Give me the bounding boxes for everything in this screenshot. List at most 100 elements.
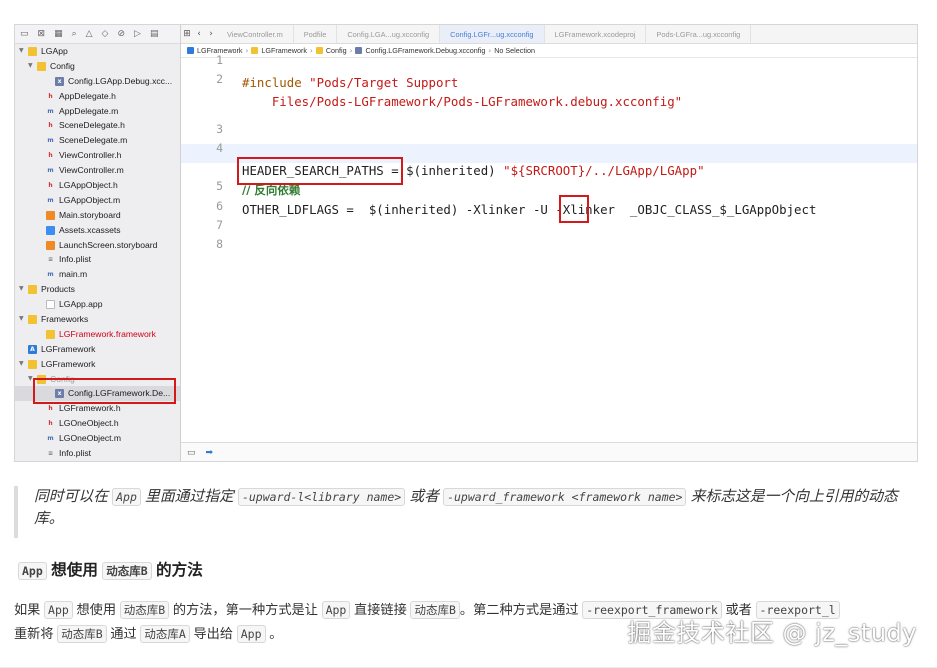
- tree-row-label: ViewController.h: [59, 150, 122, 161]
- line-number: 6: [216, 199, 223, 213]
- tree-row[interactable]: m LGOneObject.m: [15, 431, 180, 446]
- tree-row[interactable]: h SceneDelegate.h: [15, 118, 180, 133]
- tree-row-label: SceneDelegate.m: [59, 135, 128, 146]
- tree-row[interactable]: Main.storyboard: [15, 208, 180, 223]
- header-file-icon: h: [48, 92, 53, 100]
- tree-row[interactable]: ≡ Info.plist: [15, 252, 180, 267]
- tree-row[interactable]: h LGAppObject.h: [15, 178, 180, 193]
- tree-row[interactable]: LGApp.app: [15, 297, 180, 312]
- tree-row-label: Info.plist: [59, 254, 92, 265]
- config-file-callout: [33, 378, 176, 404]
- tree-row[interactable]: m main.m: [15, 267, 180, 282]
- tree-row[interactable]: ▼ Config: [15, 59, 180, 74]
- disclosure-triangle-icon[interactable]: ▼: [19, 357, 24, 372]
- folder-icon: [37, 61, 46, 71]
- app-icon: [46, 300, 55, 310]
- tree-row[interactable]: m LGAppObject.m: [15, 193, 180, 208]
- source-control-icon[interactable]: ⊠: [38, 29, 46, 39]
- tree-row-label: Frameworks: [41, 314, 89, 325]
- test-icon[interactable]: ◇: [102, 29, 109, 39]
- report-icon[interactable]: ▤: [150, 29, 159, 39]
- disclosure-triangle-icon[interactable]: ▼: [19, 312, 24, 327]
- header-file-icon: h: [48, 405, 53, 413]
- xcconfig-icon: [355, 47, 363, 54]
- editor-tab[interactable]: Podfile: [294, 25, 338, 43]
- source-file-icon: m: [47, 196, 54, 204]
- find-icon[interactable]: ⌕: [72, 29, 77, 39]
- editor-tab-bar: ⊞ ‹ › ViewController.m Podfile Config.LGA.…: [181, 25, 917, 44]
- source-file-icon: m: [47, 271, 54, 279]
- breakpoint-icon[interactable]: ▷: [134, 29, 141, 39]
- header-file-icon: h: [48, 182, 53, 190]
- issue-icon[interactable]: △: [86, 29, 93, 39]
- tree-row-label: AppDelegate.m: [59, 105, 119, 116]
- jump-bar: LGFramework › LGFramework › Config › Config.LG…: [181, 44, 917, 58]
- breakpoint-toggle-icon[interactable]: ➡: [206, 448, 214, 458]
- tree-row[interactable]: ▼ LGApp: [15, 44, 180, 59]
- jumpbar-separator-icon: ›: [309, 46, 313, 55]
- line-number: 5: [216, 179, 223, 193]
- tree-row[interactable]: Assets.xcassets: [15, 223, 180, 238]
- disclosure-triangle-icon[interactable]: ▼: [28, 372, 33, 387]
- editor-tab[interactable]: Pods-LGFra...ug.xcconfig: [646, 25, 752, 43]
- debug-icon[interactable]: ⊘: [117, 29, 125, 39]
- tree-row-label: Config.LGApp.Debug.xcc...: [68, 75, 173, 86]
- tree-row-label: LGApp.app: [59, 299, 103, 310]
- tree-row[interactable]: ▼ LGFramework: [15, 357, 180, 372]
- jumpbar-separator-icon: ›: [488, 46, 492, 55]
- source-file-icon: m: [47, 435, 54, 443]
- jumpbar-segment[interactable]: Config: [326, 46, 347, 55]
- source-file-icon: m: [47, 107, 54, 115]
- tree-row[interactable]: ▼ Products: [15, 282, 180, 297]
- code-upward-l: -upward-l<library name>: [237, 488, 406, 506]
- tree-row-label: LGFramework: [41, 343, 96, 354]
- tree-row[interactable]: x Config.LGApp.Debug.xcc...: [15, 74, 180, 89]
- back-icon[interactable]: ‹: [193, 29, 205, 39]
- folder-icon: [28, 315, 37, 325]
- line-number: 7: [216, 218, 223, 232]
- tree-row[interactable]: m AppDelegate.m: [15, 104, 180, 119]
- plist-icon: ≡: [47, 256, 54, 264]
- navigator-toolbar: ▭ ⊠ ▦ ⌕ △ ◇ ⊘ ▷ ▤: [15, 25, 180, 44]
- folder-icon: [28, 285, 37, 295]
- editor-tab[interactable]: LGFramework.xcodeproj: [545, 25, 647, 43]
- tree-row[interactable]: h AppDelegate.h: [15, 89, 180, 104]
- disclosure-triangle-icon[interactable]: ▼: [28, 59, 33, 74]
- tree-row[interactable]: m ViewController.m: [15, 163, 180, 178]
- tree-row-label: LGFramework.framework: [59, 328, 156, 339]
- jumpbar-segment[interactable]: No Selection: [494, 46, 535, 55]
- tree-row[interactable]: h LGOneObject.h: [15, 416, 180, 431]
- tree-row[interactable]: ▼ Frameworks: [15, 312, 180, 327]
- tree-row-label: LGFramework: [41, 358, 96, 369]
- framework-icon: [46, 329, 55, 339]
- tree-row[interactable]: LGFramework.framework: [15, 327, 180, 342]
- disclosure-triangle-icon[interactable]: ▼: [19, 44, 24, 59]
- grid-icon[interactable]: ⊞: [181, 29, 193, 39]
- tree-row[interactable]: m SceneDelegate.m: [15, 133, 180, 148]
- folder-icon[interactable]: ▭: [20, 29, 29, 39]
- tree-row-label: LaunchScreen.storyboard: [59, 239, 158, 250]
- editor-tab[interactable]: Config.LGA...ug.xcconfig: [337, 25, 441, 43]
- disclosure-triangle-icon[interactable]: ▼: [19, 282, 24, 297]
- code-app: App: [112, 488, 141, 506]
- tree-row[interactable]: h ViewController.h: [15, 148, 180, 163]
- forward-icon[interactable]: ›: [205, 29, 217, 39]
- editor-tab[interactable]: ViewController.m: [217, 25, 294, 43]
- jumpbar-segment[interactable]: LGFramework: [261, 46, 307, 55]
- tree-row-label: Info.plist: [59, 448, 92, 459]
- editor-tab[interactable]: Config.LGFr...ug.xcconfig: [440, 25, 545, 43]
- tree-row[interactable]: ≡ Info.plist: [15, 446, 180, 461]
- line-number: 8: [216, 237, 223, 251]
- plist-icon: ≡: [47, 450, 54, 458]
- console-toggle-icon[interactable]: ▭: [187, 448, 196, 458]
- symbol-icon[interactable]: ▦: [54, 29, 63, 39]
- tree-row[interactable]: LaunchScreen.storyboard: [15, 238, 180, 253]
- tree-row-label: LGApp: [41, 46, 68, 56]
- tree-row[interactable]: A LGFramework: [15, 342, 180, 357]
- code-upward-framework: -upward_framework <framework name>: [443, 488, 687, 506]
- header-file-icon: h: [48, 420, 53, 428]
- tree-row-label: LGAppObject.m: [59, 194, 121, 205]
- blockquote: 同时可以在 App 里面通过指定 -upward-l<library name>…: [14, 486, 918, 538]
- line-number: 1: [216, 53, 223, 67]
- jumpbar-segment[interactable]: Config.LGFramework.Debug.xcconfig: [365, 46, 485, 55]
